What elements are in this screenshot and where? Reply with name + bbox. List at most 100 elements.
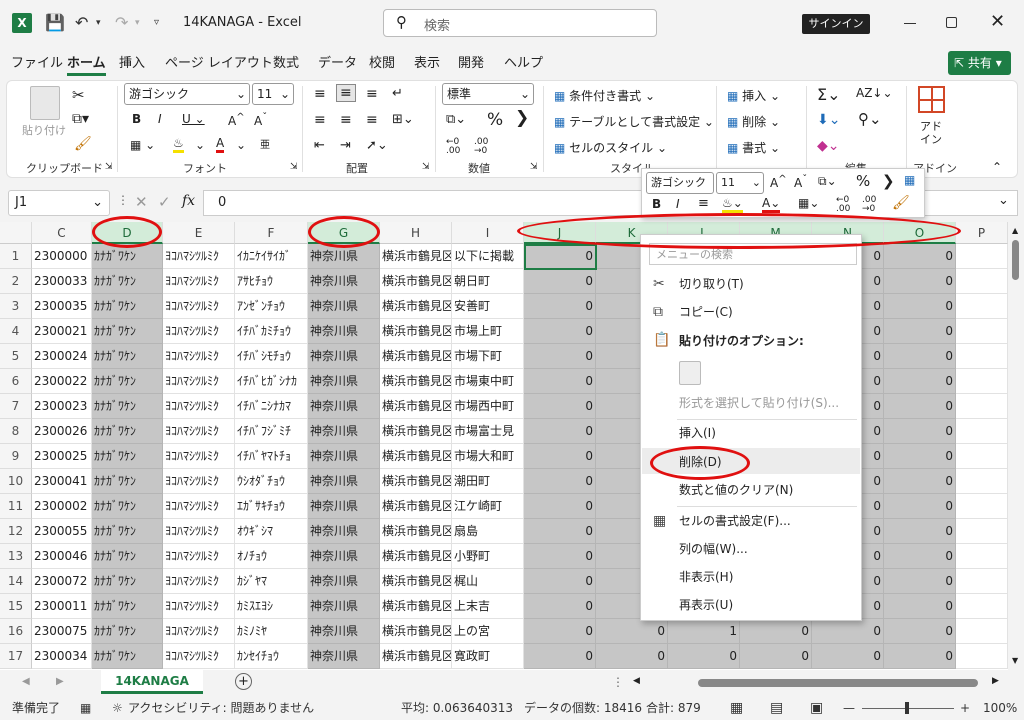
- cell-f[interactable]: ｱﾝｾﾞﾝﾁｮｳ: [235, 294, 308, 319]
- cell-i[interactable]: 安善町: [452, 294, 524, 319]
- restore-icon[interactable]: [946, 17, 957, 28]
- cell-p[interactable]: [956, 544, 1008, 569]
- tab-home[interactable]: ホーム: [67, 54, 106, 76]
- row-header[interactable]: 16: [0, 619, 32, 644]
- cell-g[interactable]: 神奈川県: [308, 569, 380, 594]
- orientation-icon[interactable]: ➚⌄: [366, 138, 388, 153]
- cell-e[interactable]: ﾖｺﾊﾏｼﾂﾙﾐｸ: [163, 344, 235, 369]
- copy-icon[interactable]: ⧉▾: [72, 111, 89, 127]
- decrease-decimal-icon[interactable]: .00 →0: [474, 138, 488, 156]
- number-format-select[interactable]: 標準 ⌄: [442, 83, 534, 105]
- cell-j[interactable]: 0: [524, 269, 596, 294]
- cell-p[interactable]: [956, 419, 1008, 444]
- cell-j[interactable]: 0: [524, 294, 596, 319]
- cell-e[interactable]: ﾖｺﾊﾏｼﾂﾙﾐｸ: [163, 294, 235, 319]
- col-header-p[interactable]: P: [956, 222, 1008, 244]
- cell-g[interactable]: 神奈川県: [308, 469, 380, 494]
- more-options-icon[interactable]: ⋮: [117, 193, 129, 207]
- cell-o[interactable]: 0: [884, 469, 956, 494]
- number-launcher-icon[interactable]: ⇲: [530, 162, 538, 172]
- cell-o[interactable]: 0: [884, 444, 956, 469]
- cell-j[interactable]: 0: [524, 444, 596, 469]
- row-header[interactable]: 14: [0, 569, 32, 594]
- cell-f[interactable]: ｲﾁﾊﾞｼﾓﾁｮｳ: [235, 344, 308, 369]
- cell-d[interactable]: ｶﾅｶﾞﾜｹﾝ: [92, 319, 163, 344]
- cell-j[interactable]: 0: [524, 619, 596, 644]
- share-button[interactable]: ⇱ 共有 ▾: [948, 51, 1011, 75]
- cell-c[interactable]: 2300026: [32, 419, 92, 444]
- cell-f[interactable]: ｴｶﾞｻｷﾁｮｳ: [235, 494, 308, 519]
- cell-o[interactable]: 0: [884, 394, 956, 419]
- collapse-ribbon-icon[interactable]: ⌃: [992, 160, 1002, 174]
- increase-decimal-icon[interactable]: ←0.00: [446, 138, 460, 156]
- insert-cells-button[interactable]: ▦ 挿入 ⌄: [727, 87, 780, 104]
- cell-c[interactable]: 2300034: [32, 644, 92, 669]
- cell-i[interactable]: 市場西中町: [452, 394, 524, 419]
- cell-f[interactable]: ｲﾁﾊﾞﾔﾏﾄﾁｮ: [235, 444, 308, 469]
- mini-italic-icon[interactable]: I: [676, 197, 680, 211]
- cell-e[interactable]: ﾖｺﾊﾏｼﾂﾙﾐｸ: [163, 269, 235, 294]
- cell-h[interactable]: 横浜市鶴見区: [380, 344, 452, 369]
- fill-icon[interactable]: ⬇⌄: [817, 112, 840, 128]
- cell-i[interactable]: 市場東中町: [452, 369, 524, 394]
- expand-formula-bar-icon[interactable]: ⌄: [998, 193, 1009, 208]
- delete-cells-button[interactable]: ▦ 削除 ⌄: [727, 113, 780, 130]
- zoom-slider-thumb[interactable]: [905, 702, 909, 714]
- cell-m[interactable]: 0: [740, 644, 812, 669]
- cell-o[interactable]: 0: [884, 369, 956, 394]
- cell-styles-button[interactable]: ▦ セルのスタイル ⌄: [554, 139, 667, 156]
- cell-c[interactable]: 2300021: [32, 319, 92, 344]
- normal-view-icon[interactable]: ▦: [730, 697, 743, 720]
- cell-c[interactable]: 2300000: [32, 244, 92, 269]
- cell-m[interactable]: 0: [740, 619, 812, 644]
- cell-i[interactable]: 上末吉: [452, 594, 524, 619]
- cell-f[interactable]: ｲｶﾆｹｲｻｲｶﾞ: [235, 244, 308, 269]
- cell-g[interactable]: 神奈川県: [308, 344, 380, 369]
- cell-e[interactable]: ﾖｺﾊﾏｼﾂﾙﾐｸ: [163, 319, 235, 344]
- cell-d[interactable]: ｶﾅｶﾞﾜｹﾝ: [92, 569, 163, 594]
- row-header[interactable]: 15: [0, 594, 32, 619]
- cell-o[interactable]: 0: [884, 419, 956, 444]
- align-center-icon[interactable]: ≡: [340, 112, 352, 128]
- conditional-formatting-button[interactable]: ▦ 条件付き書式 ⌄: [554, 87, 655, 104]
- row-header[interactable]: 10: [0, 469, 32, 494]
- cell-i[interactable]: 市場上町: [452, 319, 524, 344]
- vertical-scrollbar[interactable]: ▲ ▼: [1008, 222, 1024, 670]
- cell-o[interactable]: 0: [884, 619, 956, 644]
- zoom-level[interactable]: 100%: [983, 697, 1017, 720]
- cell-d[interactable]: ｶﾅｶﾞﾜｹﾝ: [92, 519, 163, 544]
- cell-c[interactable]: 2300075: [32, 619, 92, 644]
- borders-icon[interactable]: ▦ ⌄: [130, 138, 155, 152]
- cell-j[interactable]: 0: [524, 644, 596, 669]
- cell-g[interactable]: 神奈川県: [308, 369, 380, 394]
- mini-increase-decimal-icon[interactable]: ←0.00: [836, 196, 850, 214]
- tab-file[interactable]: ファイル: [11, 54, 63, 74]
- tab-developer[interactable]: 開発: [458, 54, 484, 74]
- redo-icon[interactable]: ↷: [115, 12, 137, 34]
- cell-c[interactable]: 2300024: [32, 344, 92, 369]
- row-header[interactable]: 13: [0, 544, 32, 569]
- active-cell-j1[interactable]: [524, 244, 597, 270]
- mini-align-icon[interactable]: ≡: [698, 196, 709, 211]
- tab-data[interactable]: データ: [318, 54, 357, 74]
- cell-o[interactable]: 0: [884, 319, 956, 344]
- cell-j[interactable]: 0: [524, 419, 596, 444]
- cell-d[interactable]: ｶﾅｶﾞﾜｹﾝ: [92, 294, 163, 319]
- row-header[interactable]: 7: [0, 394, 32, 419]
- next-sheet-icon[interactable]: ▶: [56, 676, 64, 687]
- cell-p[interactable]: [956, 644, 1008, 669]
- cell-e[interactable]: ﾖｺﾊﾏｼﾂﾙﾐｸ: [163, 594, 235, 619]
- cell-c[interactable]: 2300011: [32, 594, 92, 619]
- accounting-format-icon[interactable]: ⧉⌄: [446, 112, 466, 127]
- page-break-view-icon[interactable]: ▣: [810, 697, 823, 720]
- cell-i[interactable]: 市場下町: [452, 344, 524, 369]
- cell-i[interactable]: 潮田町: [452, 469, 524, 494]
- cell-o[interactable]: 0: [884, 594, 956, 619]
- underline-icon[interactable]: U ⌄: [182, 112, 205, 126]
- cell-i[interactable]: 朝日町: [452, 269, 524, 294]
- mini-font-size-select[interactable]: 11 ⌄: [716, 172, 764, 194]
- cell-g[interactable]: 神奈川県: [308, 619, 380, 644]
- mini-format-painter-icon[interactable]: 🖌: [892, 195, 910, 211]
- select-all-corner[interactable]: [0, 222, 32, 244]
- cell-f[interactable]: ｶﾐｽｴﾖｼ: [235, 594, 308, 619]
